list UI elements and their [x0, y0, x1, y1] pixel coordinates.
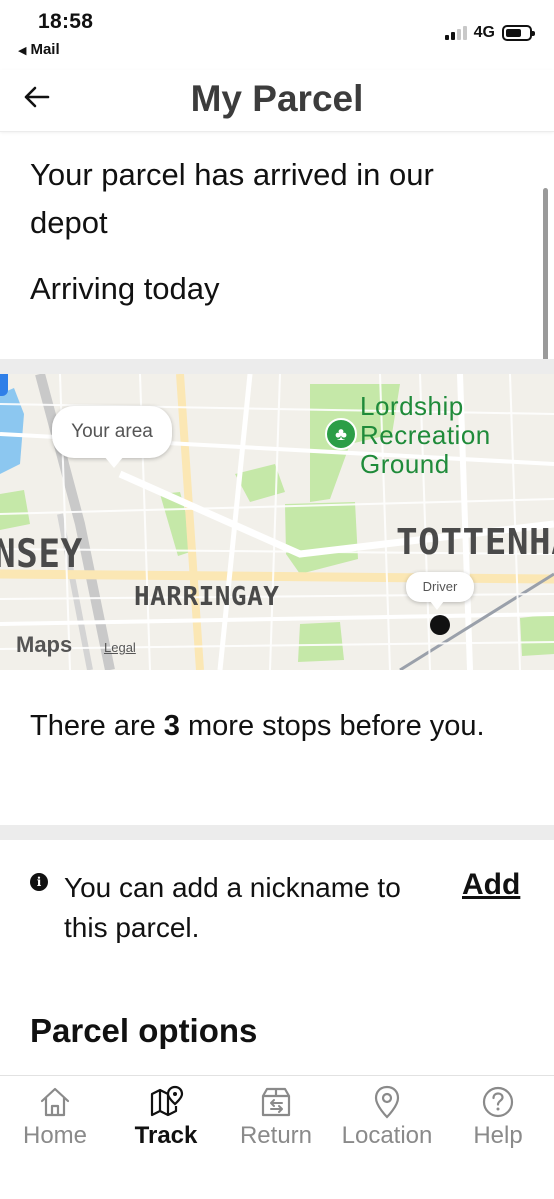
tree-icon: ♣ [325, 418, 357, 450]
tab-help[interactable]: Help [443, 1084, 553, 1150]
delivery-map[interactable]: ♣ Lordship Recreation Ground NSEY HARRIN… [0, 374, 554, 670]
section-divider [0, 359, 554, 374]
tab-return[interactable]: Return [221, 1084, 331, 1150]
place-label-harringay: HARRINGAY [134, 582, 280, 612]
map-legal-link[interactable]: Legal [104, 640, 136, 655]
parcel-options-title: Parcel options [30, 1012, 258, 1049]
location-pin-icon [374, 1085, 400, 1119]
info-icon: i [30, 873, 48, 891]
eta-text: Arriving today [30, 271, 220, 306]
help-icon [482, 1086, 514, 1118]
page-title: My Parcel [190, 78, 364, 119]
tracking-status: Your parcel has arrived in our depot Arr… [0, 133, 554, 359]
return-box-icon [261, 1087, 291, 1117]
status-headline: Your parcel has arrived in our depot [30, 157, 434, 240]
park-label: Lordship Recreation Ground [360, 391, 491, 479]
your-area-bubble: Your area [52, 406, 172, 468]
tab-bar: Home Track Return Location Help [0, 1075, 554, 1199]
signal-icon [444, 26, 467, 40]
battery-icon [502, 25, 535, 41]
status-bar: 18:58 ◀ Mail 4G [0, 0, 554, 70]
status-indicators: 4G [444, 24, 535, 42]
network-type: 4G [473, 24, 495, 41]
tab-location[interactable]: Location [332, 1084, 442, 1150]
driver-bubble: Driver [406, 572, 474, 610]
place-label-nsey: NSEY [0, 531, 83, 578]
back-triangle-icon: ◀ [18, 45, 27, 57]
tab-home[interactable]: Home [0, 1084, 110, 1150]
back-app-label: Mail [30, 41, 60, 58]
status-time: 18:58 [38, 10, 94, 33]
driver-location-marker [430, 615, 450, 635]
nickname-prompt: You can add a nickname to this parcel. [64, 872, 401, 943]
map-pin-icon [150, 1085, 184, 1117]
add-nickname-link[interactable]: Add [462, 868, 520, 902]
map-edge-marker [0, 374, 8, 396]
stops-remaining: There are 3 more stops before you. [30, 710, 485, 742]
place-label-tottenham: TOTTENHA [396, 522, 554, 563]
home-icon [40, 1087, 70, 1117]
section-divider [0, 825, 554, 840]
tab-track[interactable]: Track [111, 1084, 221, 1150]
back-to-app-link[interactable]: ◀ Mail [18, 41, 60, 58]
stops-count: 3 [163, 710, 180, 742]
maps-attribution: Maps [16, 632, 73, 657]
nav-header: My Parcel [0, 70, 554, 132]
